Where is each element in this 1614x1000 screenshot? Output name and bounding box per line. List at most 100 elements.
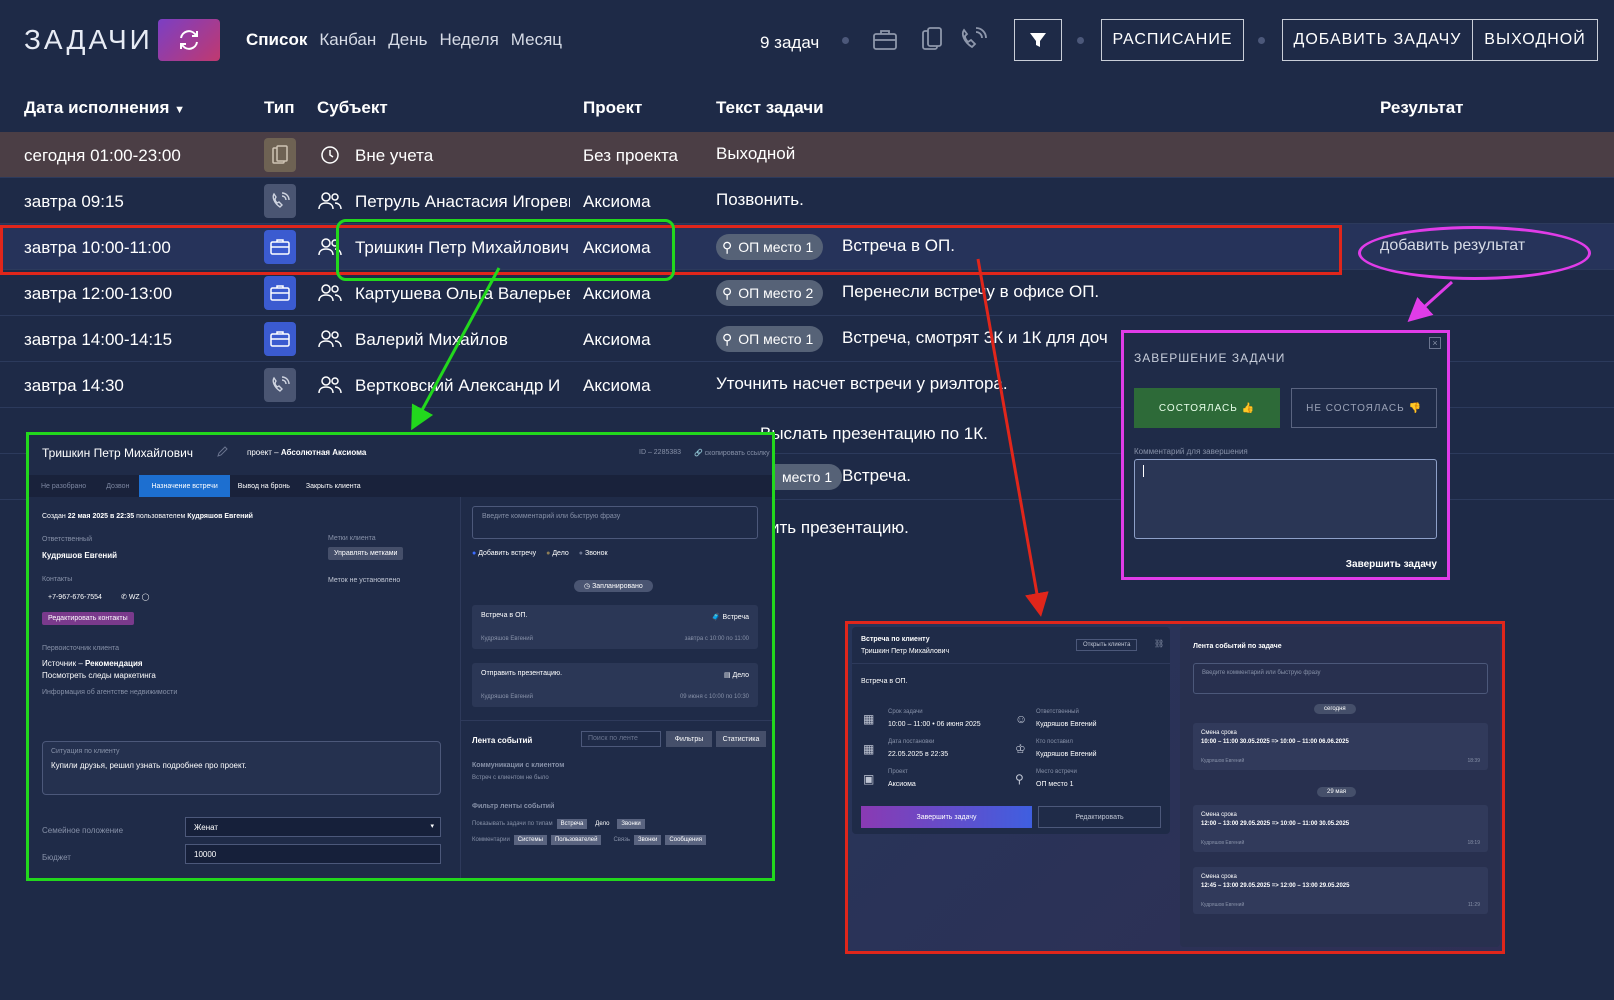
situation-box: Ситуация по клиенту Купили друзья, решил… bbox=[42, 741, 441, 795]
complete-task-button[interactable]: Завершить задачу bbox=[861, 806, 1032, 828]
feed-title: Лента событий bbox=[472, 736, 533, 745]
row-subject[interactable]: Петруль Анастасия Игоревна bbox=[355, 192, 570, 212]
task-feed-input[interactable]: Введите комментарий или быструю фразу bbox=[1193, 663, 1488, 694]
family-label: Семейное положение bbox=[42, 826, 124, 835]
stage-item-active[interactable]: Назначение встречи bbox=[139, 475, 230, 497]
wz-link[interactable]: ✆ WZ ◯ bbox=[121, 593, 149, 601]
done-button[interactable]: СОСТОЯЛАСЬ 👍 bbox=[1134, 388, 1280, 428]
edit-contacts-button[interactable]: Редактировать контакты bbox=[42, 612, 134, 625]
filter-button[interactable] bbox=[1014, 19, 1062, 61]
view-tab-week[interactable]: Неделя bbox=[440, 30, 499, 50]
planned-badge[interactable]: ◷ Запланировано bbox=[574, 580, 653, 592]
edit-task-button[interactable]: Редактировать bbox=[1038, 806, 1161, 828]
comment-chip[interactable]: Пользователей bbox=[550, 835, 602, 845]
type-briefcase-icon bbox=[264, 276, 296, 310]
event-item: Смена срока 12:00 – 13:00 29.05.2025 => … bbox=[1193, 805, 1488, 852]
comment-chip[interactable]: Системы bbox=[513, 835, 547, 845]
row-subject[interactable]: Картушева Ольга Валерьевна bbox=[355, 284, 570, 304]
stage-bar: Не разобрано Дозвон Назначение встречи В… bbox=[29, 475, 772, 497]
chevron-down-icon: ▾ bbox=[430, 823, 434, 830]
type-clipboard-icon bbox=[264, 138, 296, 172]
family-select[interactable]: Женат ▾ bbox=[185, 817, 441, 837]
schedule-button[interactable]: РАСПИСАНИЕ bbox=[1101, 19, 1244, 61]
type-chip[interactable]: Встреча bbox=[556, 819, 588, 829]
sort-down-icon: ▼ bbox=[174, 104, 185, 116]
col-text-header: Текст задачи bbox=[716, 98, 824, 117]
row-project: Без проекта bbox=[583, 146, 679, 165]
manage-tags-button[interactable]: Управлять метками bbox=[328, 547, 404, 560]
event-item: Смена срока 10:00 – 11:00 30.05.2025 => … bbox=[1193, 723, 1488, 770]
people-icon bbox=[318, 192, 342, 210]
type-chip[interactable]: Дело bbox=[591, 819, 613, 829]
table-row[interactable]: сегодня 01:00-23:00 Вне учета Без проект… bbox=[0, 132, 1614, 178]
col-result-header: Результат bbox=[1380, 98, 1464, 117]
task-info-card: Встреча по клиенту Тришкин Петр Михайлов… bbox=[852, 627, 1170, 834]
link-chip[interactable]: Сообщения bbox=[665, 835, 706, 845]
comm-title: Коммуникации с клиентом bbox=[472, 762, 565, 769]
view-tab-kanban[interactable]: Канбан bbox=[319, 30, 376, 50]
clipboard-filter-icon[interactable] bbox=[920, 26, 944, 52]
task-card[interactable]: Встреча в ОП. 🧳 Встреча Кудряшов Евгений… bbox=[472, 605, 758, 649]
filter-title: Фильтр ленты событий bbox=[472, 803, 555, 810]
calendar-set-icon: ▦ bbox=[863, 742, 875, 756]
view-tab-list[interactable]: Список bbox=[246, 30, 307, 50]
filters-button[interactable]: Фильтры bbox=[666, 731, 712, 747]
stage-item[interactable]: Закрыть клиента bbox=[298, 483, 369, 490]
phone-number[interactable]: +7-967-676-7554 bbox=[48, 594, 102, 601]
link-icon[interactable]: ⛓ bbox=[1154, 639, 1164, 648]
budget-input[interactable]: 10000 bbox=[185, 844, 441, 864]
pin-icon: ⚲ bbox=[722, 284, 733, 301]
budget-label: Бюджет bbox=[42, 853, 71, 862]
row-subject[interactable]: Валерий Михайлов bbox=[355, 330, 570, 350]
row-subject[interactable]: Вне учета bbox=[355, 146, 570, 166]
people-icon bbox=[318, 330, 342, 348]
table-row[interactable]: завтра 09:15 Петруль Анастасия Игоревна … bbox=[0, 178, 1614, 224]
not-done-button[interactable]: НЕ СОСТОЯЛАСЬ 👎 bbox=[1291, 388, 1437, 428]
stats-button[interactable]: Статистика bbox=[716, 731, 766, 747]
type-chip[interactable]: Звонки bbox=[617, 819, 645, 829]
row-project: Аксиома bbox=[583, 330, 651, 349]
feed-search-input[interactable]: Поиск по ленте bbox=[581, 731, 661, 747]
add-task-button[interactable]: ДОБАВИТЬ ЗАДАЧУ bbox=[1282, 19, 1473, 61]
open-client-button[interactable]: Открыть клиента bbox=[1076, 639, 1138, 651]
table-row[interactable]: завтра 12:00-13:00 Картушева Ольга Валер… bbox=[0, 270, 1614, 316]
view-tab-month[interactable]: Месяц bbox=[511, 30, 562, 50]
pin-icon: ⚲ bbox=[722, 330, 733, 347]
row-project: Аксиома bbox=[583, 376, 651, 395]
stage-item[interactable]: Не разобрано bbox=[29, 483, 96, 490]
no-tags-text: Меток не установлено bbox=[328, 577, 401, 584]
row-subject[interactable]: Вертковский Александр И bbox=[355, 376, 570, 396]
refresh-button[interactable] bbox=[158, 19, 220, 61]
proj-value: Аксиома bbox=[888, 781, 916, 788]
comment-textarea[interactable] bbox=[1134, 459, 1437, 539]
day-off-button[interactable]: ВЫХОДНОЙ bbox=[1472, 19, 1598, 61]
view-tab-day[interactable]: День bbox=[388, 30, 427, 50]
radio-call[interactable]: ● Звонок bbox=[579, 550, 608, 557]
briefcase-filter-icon[interactable] bbox=[872, 28, 898, 52]
row-date: сегодня 01:00-23:00 bbox=[24, 146, 181, 165]
comment-label: Комментарий для завершения bbox=[1134, 447, 1248, 456]
radio-deal[interactable]: ● Дело bbox=[546, 550, 569, 557]
type-phone-icon bbox=[264, 368, 296, 402]
phone-filter-icon[interactable] bbox=[958, 26, 992, 52]
edit-icon[interactable] bbox=[216, 446, 228, 458]
highlight-subject-box bbox=[336, 219, 675, 281]
marketing-link[interactable]: Посмотреть следы маркетинга bbox=[42, 671, 156, 680]
stage-item[interactable]: Вывод на бронь bbox=[230, 483, 298, 490]
radio-add-meeting[interactable]: ● Добавить встречу bbox=[472, 550, 536, 557]
finish-task-link[interactable]: Завершить задачу bbox=[1346, 559, 1437, 570]
row-text: Уточнить насчет встречи у риэлтора. bbox=[716, 374, 1008, 393]
col-date-header[interactable]: Дата исполнения ▼ bbox=[24, 98, 185, 118]
task-card[interactable]: Отправить презентацию. ▤ Дело Кудряшов Е… bbox=[472, 663, 758, 707]
copy-link[interactable]: 🔗 скопировать ссылку bbox=[694, 449, 770, 457]
project-icon: ▣ bbox=[863, 772, 875, 786]
close-icon[interactable]: × bbox=[1429, 337, 1441, 349]
link-chip[interactable]: Звонки bbox=[634, 835, 662, 845]
col-subject-header: Субъект bbox=[317, 98, 388, 117]
created-info: Создан 22 мая 2025 в 22:35 пользователем… bbox=[42, 513, 253, 520]
type-briefcase-icon bbox=[264, 322, 296, 356]
comment-input[interactable]: Введите комментарий или быструю фразу bbox=[472, 506, 758, 539]
event-item: Смена срока 12:45 – 13:00 29.05.2025 => … bbox=[1193, 867, 1488, 914]
date-chip: сегодня bbox=[1314, 704, 1356, 714]
stage-item[interactable]: Дозвон bbox=[96, 483, 139, 490]
